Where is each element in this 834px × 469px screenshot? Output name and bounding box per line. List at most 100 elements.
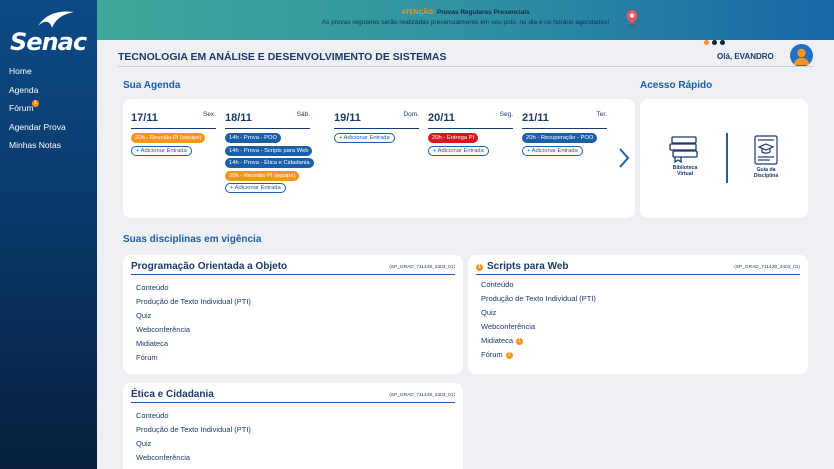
quick-access-label: Disciplina [753, 173, 779, 179]
discipline-title[interactable]: 1 Scripts para Web [476, 261, 569, 272]
discipline-card: Ética e Cidadania (SP_GRAD_711428_2403_0… [123, 383, 463, 469]
agenda-event[interactable]: 14h - Prova - Scripts para Web [225, 145, 313, 156]
sidebar-item-label: Home [9, 66, 32, 76]
discipline-link-forum[interactable]: Fórum 1 [481, 350, 596, 364]
discipline-link-forum[interactable]: Fórum [136, 353, 251, 367]
quick-access-guia[interactable]: Guia da Disciplina [746, 135, 786, 179]
disciplines-section-title: Suas disciplinas em vigência [123, 234, 262, 245]
user-greeting: Olá, EVANDRO [717, 52, 774, 61]
agenda-day-date: 21/11 [522, 112, 549, 124]
discipline-title-text: Scripts para Web [487, 261, 569, 272]
quick-access-divider [726, 133, 728, 183]
agenda-day: 20/11 Seg. 20h - Entrega PI + Adicionar … [428, 108, 513, 158]
discipline-rule [131, 402, 455, 403]
add-entry-button[interactable]: + Adicionar Entrada [131, 145, 192, 156]
user-avatar-icon [793, 48, 810, 65]
sidebar-nav: Home Agenda Fórum 1 Agendar Prova Minhas … [9, 66, 66, 159]
sidebar: Senac Home Agenda Fórum 1 Agendar Prova M… [0, 0, 97, 469]
discipline-link-conteudo[interactable]: Conteúdo [136, 283, 251, 297]
discipline-link-label: Produção de Texto Individual (PTI) [136, 425, 251, 434]
logo-wordmark: Senac [10, 28, 87, 56]
add-entry-button[interactable]: + Adicionar Entrada [225, 183, 286, 193]
discipline-link-label: Webconferência [136, 453, 191, 462]
avatar[interactable] [790, 44, 813, 67]
discipline-link-label: Quiz [136, 311, 152, 320]
discipline-link-quiz[interactable]: Quiz [136, 311, 251, 325]
discipline-link-quiz[interactable]: Quiz [136, 439, 251, 453]
sidebar-item-forum[interactable]: Fórum 1 [9, 100, 66, 122]
forum-notification-badge: 1 [32, 100, 39, 107]
discipline-link-pti[interactable]: Produção de Texto Individual (PTI) [136, 297, 251, 311]
agenda-day-date: 17/11 [131, 112, 158, 124]
sidebar-item-label: Fórum [9, 103, 34, 113]
discipline-rule [131, 274, 455, 275]
agenda-day-date: 20/11 [428, 112, 455, 124]
announcement-banner[interactable]: ATENÇÃO: Provas Regulares Presenciais As… [97, 0, 834, 45]
agenda-event[interactable]: 20h - Reunião PI (equipe) [225, 170, 300, 181]
discipline-link-label: Produção de Texto Individual (PTI) [136, 297, 251, 306]
quick-access-label: Virtual [676, 171, 694, 177]
sidebar-item-minhas-notas[interactable]: Minhas Notas [9, 140, 66, 159]
agenda-event[interactable]: 20h - Reunião PI (equipe) [131, 133, 206, 143]
discipline-link-midiateca[interactable]: Midiateca 1 [481, 336, 596, 350]
discipline-link-conteudo[interactable]: Conteúdo [481, 280, 596, 294]
discipline-link-label: Midiateca [481, 336, 514, 345]
sidebar-item-label: Minhas Notas [9, 140, 61, 150]
agenda-day-date: 19/11 [334, 112, 361, 124]
discipline-link-label: Fórum [481, 350, 503, 359]
discipline-link-webconferencia[interactable]: Webconferência [481, 322, 596, 336]
agenda-event[interactable]: 14h - Prova - POO [225, 133, 282, 143]
logo-swoosh-icon [38, 11, 74, 29]
discipline-link-label: Quiz [136, 439, 152, 448]
agenda-day: 19/11 Dom. + Adicionar Entrada [334, 108, 419, 146]
agenda-day: 21/11 Ter. 20h - Recuperação - POO + Adi… [522, 108, 607, 158]
add-entry-button[interactable]: + Adicionar Entrada [522, 145, 583, 156]
discipline-link-quiz[interactable]: Quiz [481, 308, 596, 322]
agenda-event[interactable]: 14h - Prova - Ética e Cidadania [225, 158, 314, 168]
banner-headline: ATENÇÃO: Provas Regulares Presenciais [97, 9, 834, 16]
carousel-dot[interactable] [704, 40, 709, 45]
discipline-code: (SP_GRAD_711428_2403_01) [389, 393, 455, 398]
sidebar-item-label: Agenda [9, 84, 39, 95]
discipline-link-label: Webconferência [136, 325, 191, 334]
agenda-day-rule [225, 128, 310, 129]
discipline-guide-icon [754, 135, 778, 165]
agenda-event[interactable]: 20h - Recuperação - POO [522, 133, 598, 143]
sidebar-item-agendar-prova[interactable]: Agendar Prova [9, 122, 66, 141]
quick-access-biblioteca[interactable]: Biblioteca Virtual [665, 135, 705, 177]
discipline-link-label: Conteúdo [136, 283, 169, 292]
agenda-day-weekday: Sex. [202, 111, 216, 118]
agenda-event[interactable]: 20h - Entrega PI [428, 133, 479, 143]
discipline-link-conteudo[interactable]: Conteúdo [136, 411, 251, 425]
discipline-link-webconferencia[interactable]: Webconferência [136, 453, 251, 467]
carousel-dot[interactable] [720, 40, 725, 45]
discipline-title[interactable]: Ética e Cidadania [131, 389, 214, 400]
discipline-link-label: Quiz [481, 308, 497, 317]
agenda-day-rule [131, 128, 216, 129]
discipline-title[interactable]: Programação Orientada a Objeto [131, 261, 287, 272]
discipline-rule [476, 274, 800, 275]
sidebar-item-label: Agendar Prova [9, 121, 66, 132]
discipline-link-midiateca[interactable]: Midiateca [136, 339, 251, 353]
sidebar-item-home[interactable]: Home [9, 66, 66, 85]
banner-attention-label: ATENÇÃO: [401, 9, 436, 16]
discipline-link-webconferencia[interactable]: Webconferência [136, 325, 251, 339]
banner-headline-text: Provas Regulares Presenciais [436, 9, 530, 16]
discipline-card: Programação Orientada a Objeto (SP_GRAD_… [123, 255, 463, 374]
senac-logo[interactable]: Senac [6, 8, 92, 56]
quick-access-title: Acesso Rápido [640, 80, 713, 91]
chevron-right-icon[interactable] [617, 147, 631, 169]
add-entry-button[interactable]: + Adicionar Entrada [428, 145, 489, 156]
discipline-link-label: Fórum [136, 353, 158, 362]
discipline-notification-badge: 1 [476, 264, 483, 271]
agenda-day-weekday: Sáb. [296, 111, 310, 118]
agenda-day-date: 18/11 [225, 112, 252, 124]
discipline-link-pti[interactable]: Produção de Texto Individual (PTI) [481, 294, 596, 308]
carousel-dot[interactable] [712, 40, 717, 45]
discipline-link-label: Produção de Texto Individual (PTI) [481, 294, 596, 303]
agenda-day-rule [334, 128, 419, 129]
midiateca-notification-badge: 1 [516, 337, 524, 345]
discipline-link-pti[interactable]: Produção de Texto Individual (PTI) [136, 425, 251, 439]
add-entry-button[interactable]: + Adicionar Entrada [334, 133, 395, 143]
discipline-link-label: Conteúdo [136, 411, 169, 420]
